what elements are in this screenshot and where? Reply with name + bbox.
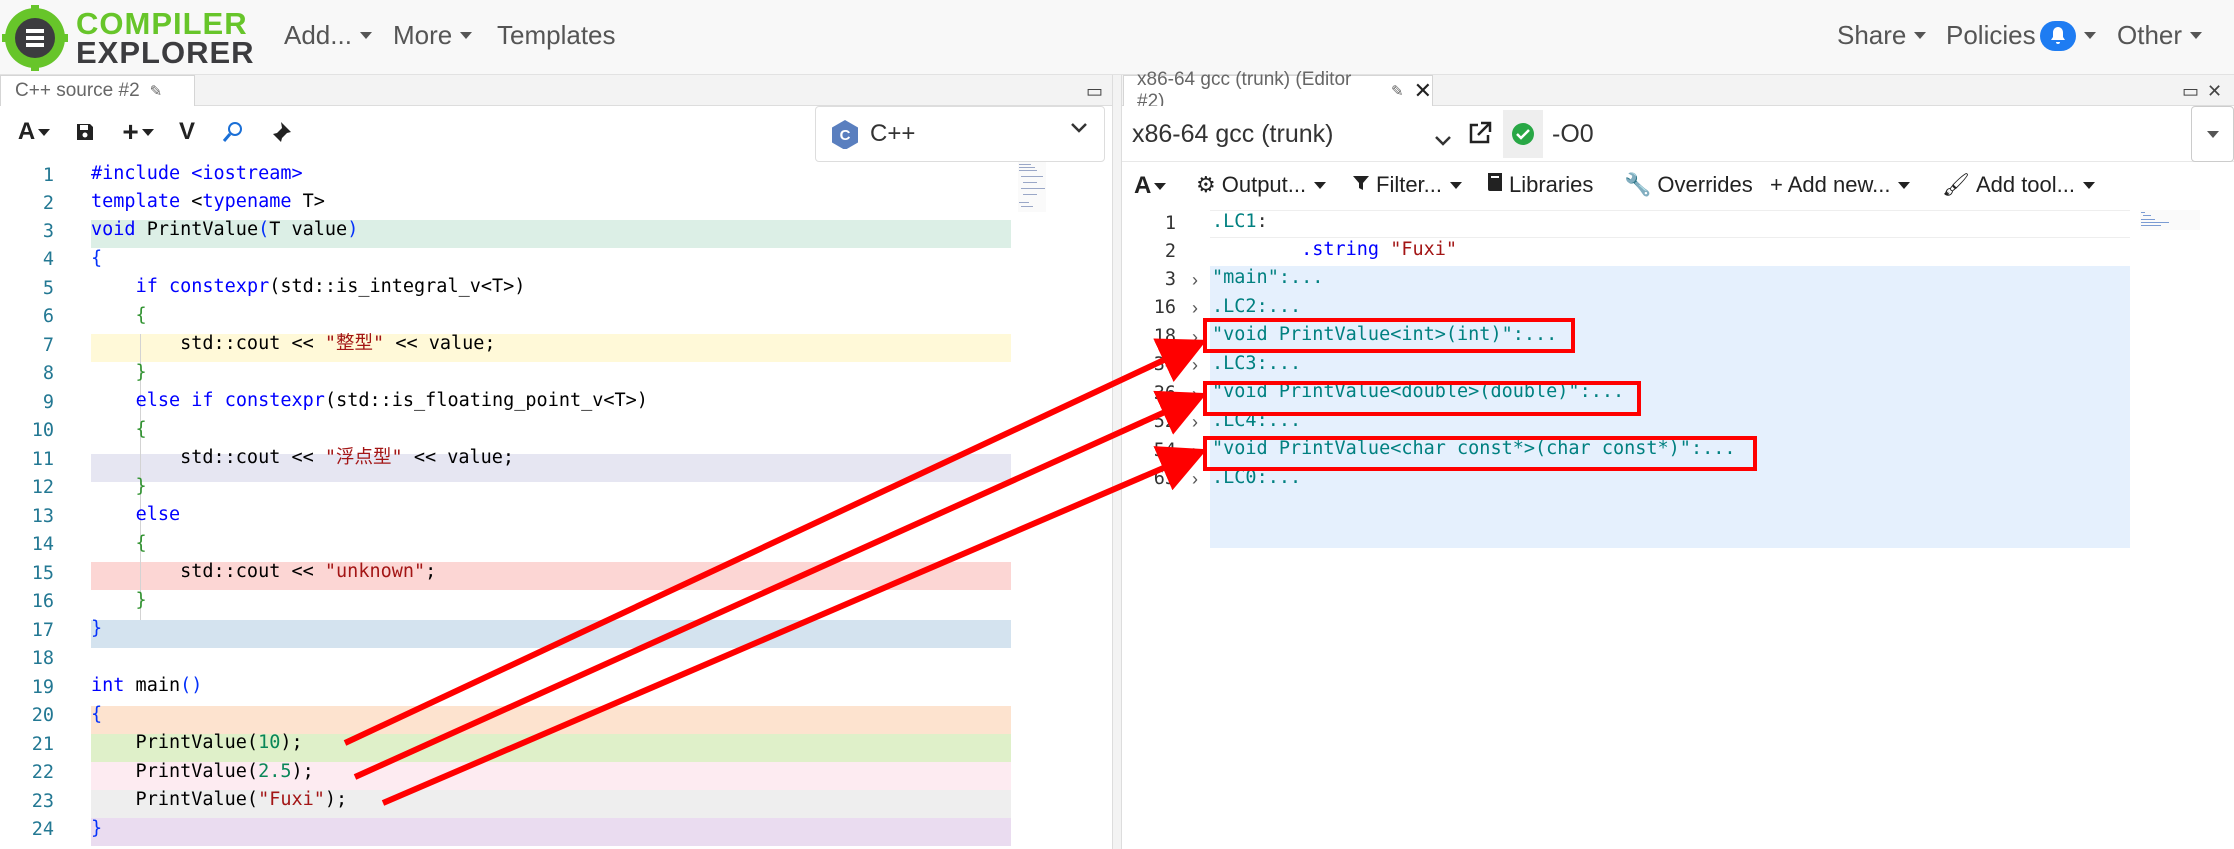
arrow-int	[343, 338, 1207, 746]
annotation-arrows	[343, 338, 1208, 806]
arrow-char	[381, 446, 1208, 806]
compiler-explorer-window: COMPILER EXPLORER Add... More Templates …	[0, 0, 2234, 849]
arrow-double	[353, 390, 1207, 780]
